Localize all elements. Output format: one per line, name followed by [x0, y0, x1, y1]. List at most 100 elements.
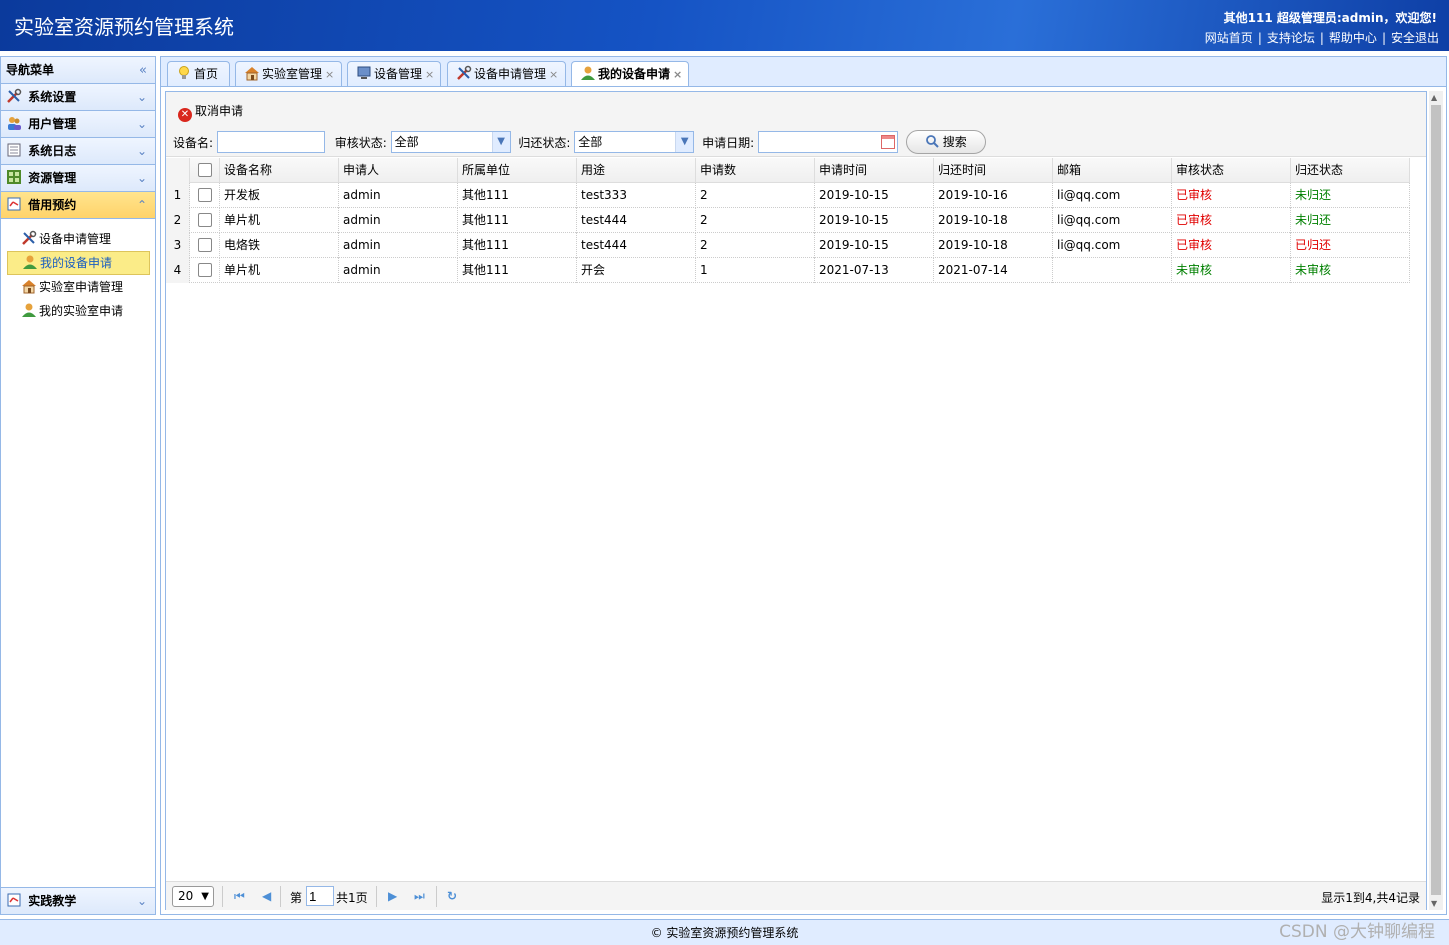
row-number: 1: [166, 183, 190, 208]
row-checkbox[interactable]: [198, 263, 212, 277]
chevron-down-icon: ⌄: [136, 117, 147, 131]
row-checkbox[interactable]: [198, 213, 212, 227]
page-number-input[interactable]: [306, 886, 334, 906]
sidebar-section-system-log[interactable]: 系统日志 ⌄: [1, 138, 155, 165]
sidebar-item-my-lab-application[interactable]: 我的实验室申请: [7, 299, 150, 323]
col-email[interactable]: 邮箱: [1053, 158, 1172, 183]
lightbulb-icon: [176, 65, 192, 81]
close-icon[interactable]: ×: [325, 68, 334, 81]
search-button[interactable]: 搜索: [905, 130, 986, 154]
apply-date-input[interactable]: [757, 131, 898, 153]
tools-icon: [6, 87, 22, 103]
computer-icon: [356, 65, 372, 81]
last-page-icon[interactable]: ⏭: [414, 889, 425, 904]
sidebar-section-system-settings[interactable]: 系统设置 ⌄: [1, 84, 155, 111]
link-support-forum[interactable]: 支持论坛: [1267, 31, 1315, 45]
divider: [222, 886, 223, 907]
refresh-icon[interactable]: ↻: [447, 889, 457, 903]
cell-audit-status: 已审核: [1172, 208, 1291, 233]
close-icon[interactable]: ×: [425, 68, 434, 81]
table-row[interactable]: 3 电烙铁 admin 其他111 test444 2 2019-10-15 2…: [166, 233, 1410, 258]
cell-purpose: test333: [577, 183, 696, 208]
sidebar-item-lab-application-management[interactable]: 实验室申请管理: [7, 275, 150, 299]
next-page-icon[interactable]: ▶: [388, 889, 397, 903]
scroll-down-icon[interactable]: ▼: [1431, 899, 1437, 908]
close-icon[interactable]: ×: [673, 68, 682, 81]
user-icon: [21, 302, 37, 318]
cancel-application-button[interactable]: ✕ 取消申请: [178, 100, 243, 122]
col-unit[interactable]: 所属单位: [458, 158, 577, 183]
cell-applicant: admin: [339, 233, 458, 258]
first-page-icon[interactable]: ⏮: [234, 889, 245, 904]
search-label: 搜索: [942, 135, 967, 149]
row-number: 3: [166, 233, 190, 258]
sidebar-item-my-device-application[interactable]: 我的设备申请: [7, 251, 150, 275]
col-purpose[interactable]: 用途: [577, 158, 696, 183]
link-logout[interactable]: 安全退出: [1391, 31, 1439, 45]
table-row[interactable]: 4 单片机 admin 其他111 开会 1 2021-07-13 2021-0…: [166, 258, 1410, 283]
section-label: 用户管理: [28, 117, 77, 131]
calendar-icon[interactable]: [880, 135, 895, 149]
prev-page-icon[interactable]: ◀: [262, 889, 271, 903]
row-checkbox[interactable]: [198, 188, 212, 202]
cancel-label: 取消申请: [195, 104, 244, 118]
sidebar-item-device-application-management[interactable]: 设备申请管理: [7, 227, 150, 251]
chevron-up-icon: ⌃: [136, 198, 147, 212]
sidebar-header: 导航菜单 «: [1, 57, 155, 84]
collapse-left-icon[interactable]: «: [139, 57, 147, 84]
return-status-select[interactable]: 全部 ▼: [574, 131, 695, 153]
cell-return-time: 2019-10-18: [934, 233, 1053, 258]
users-icon: [6, 114, 22, 130]
cell-applicant: admin: [339, 258, 458, 283]
grid-icon: [6, 168, 22, 184]
scroll-thumb[interactable]: [1431, 105, 1441, 895]
col-device-name[interactable]: 设备名称: [220, 158, 339, 183]
sidebar-section-borrow-reservation[interactable]: 借用预约 ⌃: [1, 192, 155, 219]
close-icon[interactable]: ×: [549, 68, 558, 81]
link-help-center[interactable]: 帮助中心: [1329, 31, 1377, 45]
tab-home[interactable]: 首页: [167, 61, 230, 88]
cell-email: li@qq.com: [1053, 183, 1172, 208]
tab-device-application-management[interactable]: 设备申请管理 ×: [447, 61, 566, 88]
page-size-value: 20: [178, 889, 194, 903]
link-site-home[interactable]: 网站首页: [1205, 31, 1253, 45]
sidebar-section-resource-management[interactable]: 资源管理 ⌄: [1, 165, 155, 192]
tab-device-management[interactable]: 设备管理 ×: [347, 61, 441, 88]
section-label: 资源管理: [28, 171, 77, 185]
table-row[interactable]: 2 单片机 admin 其他111 test444 2 2019-10-15 2…: [166, 208, 1410, 233]
top-links: 网站首页 | 支持论坛 | 帮助中心 | 安全退出: [1204, 31, 1439, 45]
cancel-icon: ✕: [178, 108, 192, 122]
cell-count: 2: [696, 233, 815, 258]
audit-status-value: 全部: [394, 135, 419, 149]
device-name-input[interactable]: [216, 131, 325, 153]
datagrid-panel: ✕ 取消申请 设备名: 审核状态: 全部 ▼ 归还状态: 全部 ▼ 申请日期: 搜索: [165, 91, 1427, 910]
tab-label: 我的设备申请: [598, 67, 671, 81]
col-apply-time[interactable]: 申请时间: [815, 158, 934, 183]
tab-my-device-application[interactable]: 我的设备申请 ×: [571, 61, 689, 89]
col-return-time[interactable]: 归还时间: [934, 158, 1053, 183]
col-applicant[interactable]: 申请人: [339, 158, 458, 183]
vertical-scrollbar[interactable]: ▲ ▼: [1429, 91, 1443, 910]
select-all-checkbox[interactable]: [198, 163, 212, 177]
sidebar-section-practical-teaching[interactable]: 实践教学 ⌄: [1, 887, 155, 914]
sidebar-section-user-management[interactable]: 用户管理 ⌄: [1, 111, 155, 138]
content-area: ✕ 取消申请 设备名: 审核状态: 全部 ▼ 归还状态: 全部 ▼ 申请日期: 搜索: [160, 86, 1447, 915]
tab-lab-management[interactable]: 实验室管理 ×: [235, 61, 342, 88]
scroll-up-icon[interactable]: ▲: [1431, 93, 1437, 102]
cell-return-status: 未审核: [1291, 258, 1410, 283]
col-audit-status[interactable]: 审核状态: [1172, 158, 1291, 183]
col-return-status[interactable]: 归还状态: [1291, 158, 1410, 183]
page-size-select[interactable]: 20 ▼: [172, 886, 214, 907]
tab-label: 设备管理: [374, 67, 423, 81]
sidebar-title: 导航菜单: [6, 63, 55, 77]
cell-count: 1: [696, 258, 815, 283]
cell-audit-status: 未审核: [1172, 258, 1291, 283]
audit-status-select[interactable]: 全部 ▼: [390, 131, 511, 153]
cell-count: 2: [696, 183, 815, 208]
col-count[interactable]: 申请数: [696, 158, 815, 183]
sub-item-label: 设备申请管理: [39, 232, 112, 246]
table-row[interactable]: 1 开发板 admin 其他111 test333 2 2019-10-15 2…: [166, 183, 1410, 208]
chevron-down-icon[interactable]: ▼: [675, 132, 694, 152]
row-checkbox[interactable]: [198, 238, 212, 252]
chevron-down-icon[interactable]: ▼: [491, 132, 510, 152]
